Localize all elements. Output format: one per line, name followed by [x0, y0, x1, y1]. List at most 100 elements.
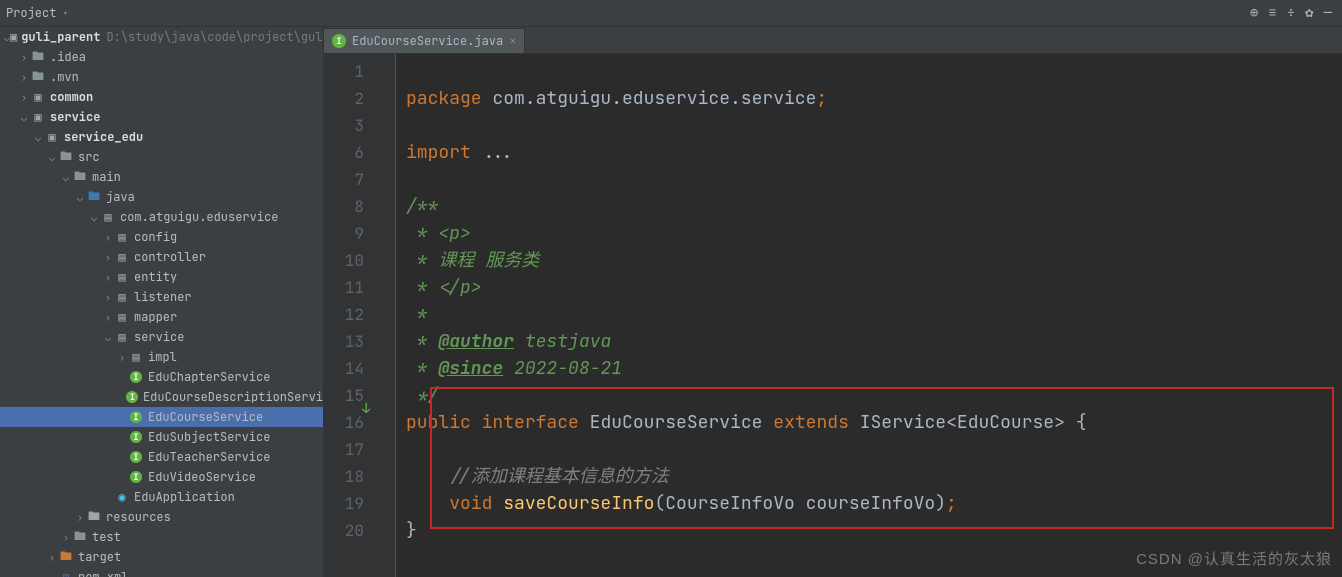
main-area: ⌄▣guli_parentD:\study\java\code\project\…: [0, 27, 1342, 577]
interface-icon: I: [332, 34, 346, 48]
tree-node[interactable]: ⌄▤com.atguigu.eduservice: [0, 207, 323, 227]
chevron-icon[interactable]: ›: [116, 351, 128, 364]
node-hint: D:\study\java\code\project\guli_parent: [106, 29, 324, 45]
toolbar-right: ⊕ ≡ ÷ ✿ —: [1250, 4, 1336, 22]
tree-node[interactable]: IEduSubjectService: [0, 427, 323, 447]
chevron-icon[interactable]: ⌄: [18, 111, 30, 124]
chevron-icon[interactable]: ⌄: [74, 191, 86, 204]
dropdown-icon[interactable]: ▾: [62, 7, 68, 20]
tree-node[interactable]: ›▣common: [0, 87, 323, 107]
code-content[interactable]: package com.atguigu.eduservice.service; …: [396, 54, 1342, 577]
tree-node[interactable]: ›▤listener: [0, 287, 323, 307]
tree-node[interactable]: ⌄🖿src: [0, 147, 323, 167]
node-label: EduChapterService: [148, 369, 270, 385]
line-number: 8: [324, 193, 364, 220]
tree-node[interactable]: IEduVideoService: [0, 467, 323, 487]
tree-node[interactable]: ›▤controller: [0, 247, 323, 267]
chevron-icon[interactable]: ›: [18, 91, 30, 104]
chevron-icon[interactable]: ›: [102, 271, 114, 284]
line-number: 15: [324, 382, 364, 409]
line-number: 9: [324, 220, 364, 247]
tab-label: EduCourseService.java: [352, 33, 503, 49]
tree-node[interactable]: IEduCourseService: [0, 407, 323, 427]
file-tab[interactable]: I EduCourseService.java ×: [324, 28, 525, 53]
node-label: EduApplication: [134, 489, 235, 505]
tree-node[interactable]: ›▤entity: [0, 267, 323, 287]
tree-node[interactable]: ›🖿resources: [0, 507, 323, 527]
chevron-icon[interactable]: ⌄: [102, 331, 114, 344]
node-label: test: [92, 529, 121, 545]
line-number: 20: [324, 517, 364, 544]
close-icon[interactable]: ×: [509, 33, 516, 49]
tree-node[interactable]: ›🖿.idea: [0, 47, 323, 67]
chevron-icon[interactable]: ›: [18, 51, 30, 64]
tree-node[interactable]: ›🖿test: [0, 527, 323, 547]
node-label: service_edu: [64, 129, 143, 145]
node-label: controller: [134, 249, 206, 265]
collapse-all-icon[interactable]: ÷: [1287, 4, 1295, 22]
tree-node[interactable]: IEduTeacherService: [0, 447, 323, 467]
line-number: 17: [324, 436, 364, 463]
chevron-icon[interactable]: ›: [102, 251, 114, 264]
node-label: src: [78, 149, 100, 165]
line-number: 14: [324, 355, 364, 382]
chevron-icon[interactable]: ›: [102, 291, 114, 304]
tree-node[interactable]: ›🖿target: [0, 547, 323, 567]
node-label: pom.xml: [78, 569, 128, 577]
tree-node[interactable]: ›▤impl: [0, 347, 323, 367]
tree-node[interactable]: ◉EduApplication: [0, 487, 323, 507]
chevron-icon[interactable]: ⌄: [88, 211, 100, 224]
chevron-icon[interactable]: ›: [60, 531, 72, 544]
line-number: 18: [324, 463, 364, 490]
tree-node[interactable]: ›▤mapper: [0, 307, 323, 327]
node-label: guli_parent: [21, 29, 100, 45]
node-label: target: [78, 549, 121, 565]
tree-node[interactable]: ⌄🖿java: [0, 187, 323, 207]
select-opened-file-icon[interactable]: ⊕: [1250, 4, 1258, 22]
project-tree[interactable]: ⌄▣guli_parentD:\study\java\code\project\…: [0, 27, 324, 577]
settings-gear-icon[interactable]: ✿: [1305, 4, 1313, 22]
node-label: com.atguigu.eduservice: [120, 209, 278, 225]
line-number: 2: [324, 85, 364, 112]
tree-node[interactable]: ›▤config: [0, 227, 323, 247]
chevron-icon[interactable]: ⌄: [46, 151, 58, 164]
chevron-icon[interactable]: ›: [102, 311, 114, 324]
tree-node[interactable]: IEduCourseDescriptionServi: [0, 387, 323, 407]
line-number: 6: [324, 139, 364, 166]
tree-node[interactable]: ⌄🖿main: [0, 167, 323, 187]
tree-node[interactable]: IEduChapterService: [0, 367, 323, 387]
node-label: listener: [134, 289, 192, 305]
node-label: service: [134, 329, 184, 345]
tree-node[interactable]: ⌄▣service: [0, 107, 323, 127]
node-label: config: [134, 229, 177, 245]
expand-all-icon[interactable]: ≡: [1268, 4, 1276, 22]
node-label: EduTeacherService: [148, 449, 270, 465]
gutter-implements-icon[interactable]: I ↓: [360, 400, 370, 418]
node-label: common: [50, 89, 93, 105]
node-label: EduSubjectService: [148, 429, 270, 445]
chevron-icon[interactable]: ⌄: [60, 171, 72, 184]
tree-node[interactable]: ⌄▤service: [0, 327, 323, 347]
line-number: 10: [324, 247, 364, 274]
code-editor[interactable]: 12367891011121314151617181920 package co…: [324, 54, 1342, 577]
hide-icon[interactable]: —: [1324, 4, 1332, 22]
watermark: CSDN @认真生活的灰太狼: [1136, 548, 1332, 569]
fold-column[interactable]: [382, 54, 396, 577]
chevron-icon[interactable]: ›: [102, 231, 114, 244]
chevron-icon[interactable]: ›: [46, 551, 58, 564]
editor-tabs: I EduCourseService.java ×: [324, 27, 1342, 54]
node-label: impl: [148, 349, 177, 365]
node-label: EduCourseDescriptionServi: [143, 389, 323, 405]
chevron-icon[interactable]: ›: [74, 511, 86, 524]
toolbar-left: Project ▾: [6, 5, 68, 21]
tree-node[interactable]: ⌄▣service_edu: [0, 127, 323, 147]
tree-node[interactable]: ⌄▣guli_parentD:\study\java\code\project\…: [0, 27, 323, 47]
project-toolbar: Project ▾ ⊕ ≡ ÷ ✿ —: [0, 0, 1342, 27]
project-tool-window-title[interactable]: Project: [6, 5, 56, 21]
tree-node[interactable]: mpom.xml: [0, 567, 323, 577]
chevron-icon[interactable]: ›: [18, 71, 30, 84]
chevron-icon[interactable]: ⌄: [32, 131, 44, 144]
node-label: EduVideoService: [148, 469, 256, 485]
tree-node[interactable]: ›🖿.mvn: [0, 67, 323, 87]
line-number: 11: [324, 274, 364, 301]
